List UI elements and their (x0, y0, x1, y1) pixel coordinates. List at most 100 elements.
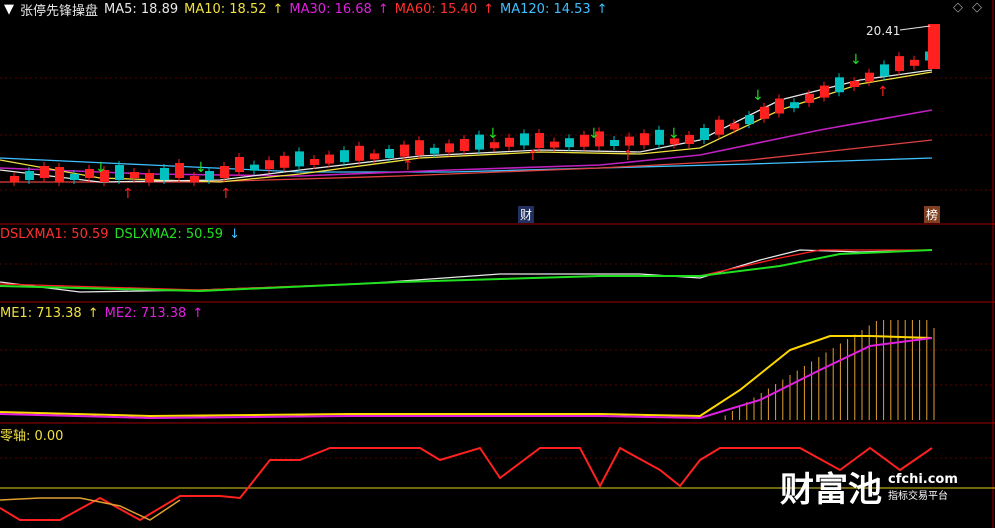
candle-body (220, 166, 229, 178)
candle-body (415, 140, 424, 156)
watermark: 财富池 cfchi.com 指标交易平台 (780, 462, 958, 511)
candle-body (655, 129, 664, 145)
buy-arrow-icon: ↑ (527, 148, 539, 164)
candle-body (685, 135, 694, 144)
me1-label: ME1: 713.38 (0, 305, 82, 321)
sell-arrow-icon: ↓ (850, 52, 862, 68)
candle-body (640, 133, 649, 146)
ma60-up-icon: ↑ (483, 1, 495, 17)
dslxma1-line (0, 249, 932, 291)
candle-body (820, 85, 829, 98)
ma10-up-icon: ↑ (272, 1, 284, 17)
sell-arrow-icon: ↓ (95, 160, 107, 176)
candle-body (70, 174, 79, 180)
ma30-label: MA30: 16.68 (289, 1, 372, 17)
candle-body (910, 59, 919, 66)
sell-arrow-icon: ↓ (588, 126, 600, 142)
ma30-up-icon: ↑ (377, 1, 389, 17)
candle-body (175, 163, 184, 178)
candle-body (25, 171, 34, 180)
candle-body (715, 119, 724, 135)
candle-body (745, 115, 754, 125)
dslxma2-down-icon: ↓ (229, 226, 240, 242)
candle-body (700, 128, 709, 140)
candle-body (355, 145, 364, 161)
zero-axis-orange-line (0, 497, 181, 521)
candle-body (805, 93, 814, 103)
candle-body (340, 150, 349, 163)
candle-body (625, 136, 634, 146)
ma120-label: MA120: 14.53 (500, 1, 591, 17)
candle-body (160, 168, 169, 180)
tag-bang[interactable]: 榜 (924, 206, 941, 223)
candle-body (850, 81, 859, 87)
watermark-domain: cfchi.com (888, 471, 958, 487)
candle-body (550, 141, 559, 148)
sell-arrow-icon: ↓ (752, 88, 764, 104)
tag-cai[interactable]: 财 (518, 206, 535, 223)
diamond-icon[interactable]: ◇ (953, 0, 963, 15)
candle-body (385, 149, 394, 158)
candle-body (325, 154, 334, 164)
candle-body (55, 167, 64, 182)
buy-arrow-icon: ↑ (622, 148, 634, 164)
candle-body (430, 147, 439, 154)
me2-up-icon: ↑ (192, 305, 204, 321)
me1-up-icon: ↑ (87, 305, 99, 321)
main-header: ▼ 张停先锋操盘 MA5: 18.89 MA10: 18.52 ↑ MA30: 1… (4, 0, 608, 19)
candle-body (535, 133, 544, 148)
dslxma2-label: DSLXMA2: 50.59 (114, 226, 224, 242)
candle-body (895, 56, 904, 72)
zero-axis-header: 零轴: 0.00 (0, 425, 64, 444)
dslxma-header: DSLXMA1: 50.59 DSLXMA2: 50.59 ↓ (0, 225, 240, 243)
candle-body (295, 151, 304, 167)
candle-body (370, 153, 379, 160)
candle-body (610, 140, 619, 146)
down-arrow-icon: ▼ (4, 1, 14, 17)
stock-name: 张停先锋操盘 (20, 3, 99, 19)
ma60-label: MA60: 15.40 (394, 1, 478, 17)
watermark-brand: 财富池 (780, 470, 882, 510)
sell-arrow-icon: ↓ (487, 126, 499, 142)
dslxma-white-line (0, 249, 933, 293)
sell-arrow-icon: ↓ (195, 160, 207, 176)
candle-body (505, 137, 514, 147)
ma5-label: MA5: 18.89 (104, 1, 179, 17)
zero-axis-label: 零轴: 0.00 (0, 428, 64, 444)
buy-arrow-icon: ↑ (877, 84, 889, 100)
candle-body (310, 159, 319, 165)
candle-body (835, 77, 844, 93)
candle-body (490, 142, 499, 149)
me-header: ME1: 713.38 ↑ ME2: 713.38 ↑ (0, 304, 203, 322)
sell-arrow-icon: ↓ (668, 126, 680, 142)
buy-arrow-icon: ↑ (402, 158, 414, 174)
candle-body (130, 172, 139, 178)
chart-canvas: ↑ ↑ ↑ ↑ ↑ ↑ ↓ ↓ ↓ ↓ ↓ ↓ ↓ (0, 0, 995, 528)
candle-body (475, 134, 484, 150)
candle-body (40, 166, 49, 178)
candle-body (190, 176, 199, 182)
candle-body (10, 176, 19, 182)
dslxma1-label: DSLXMA1: 50.59 (0, 226, 109, 242)
candle-body (250, 164, 259, 171)
candle-body (565, 138, 574, 148)
candle-body (445, 143, 454, 153)
candle-body (790, 102, 799, 109)
candle-body (85, 169, 94, 178)
candle-body (145, 173, 154, 182)
ma5-line (0, 69, 933, 183)
buy-arrow-icon: ↑ (122, 186, 134, 202)
candle-body (115, 165, 124, 180)
peak-price-label: 20.41 (866, 24, 901, 38)
candle-body (775, 98, 784, 114)
candle-body (280, 155, 289, 168)
collapse-icon[interactable]: ◇ (972, 0, 982, 15)
candle-body (865, 72, 874, 82)
candle-body (520, 133, 529, 146)
candle-body (460, 139, 469, 151)
candle-body (760, 106, 769, 119)
ma10-label: MA10: 18.52 (184, 1, 267, 17)
watermark-tagline: 指标交易平台 (888, 490, 948, 502)
peak-pointer (899, 25, 931, 31)
candle-body (730, 123, 739, 130)
